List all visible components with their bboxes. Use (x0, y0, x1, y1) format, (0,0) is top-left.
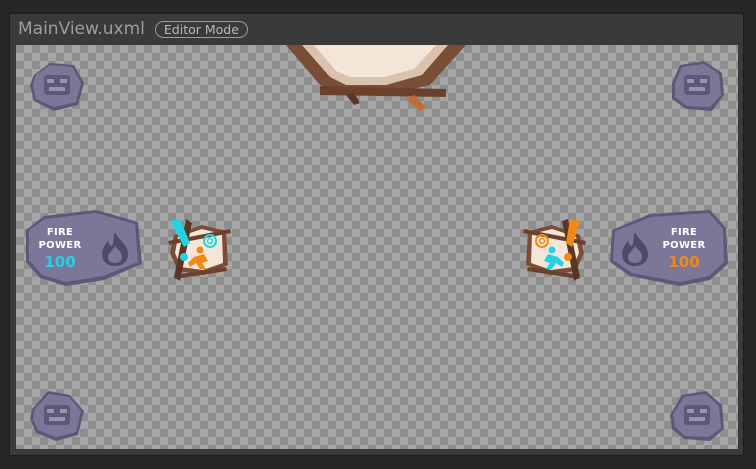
window-title: MainView.uxml (18, 19, 145, 39)
stone-face-icon (672, 61, 724, 111)
left-fire-power-value: 100 (44, 253, 76, 271)
flame-icon (622, 232, 648, 266)
editor-mode-badge: Editor Mode (154, 20, 248, 38)
left-fire-power-panel: FIRE POWER 100 (26, 210, 144, 286)
stone-face-icon (30, 391, 84, 441)
left-panel-label-line1: FIRE (46, 227, 74, 238)
top-left-menu-button[interactable] (26, 55, 88, 117)
right-panel-label-line1: FIRE (670, 227, 698, 238)
player-card-art (523, 219, 586, 281)
window-header: MainView.uxml Editor Mode (10, 14, 743, 44)
flame-icon (102, 232, 128, 266)
left-player-card[interactable] (164, 217, 234, 283)
bottom-left-menu-button[interactable] (26, 385, 88, 447)
right-panel-label-line2: POWER (662, 240, 706, 251)
right-fire-power-value: 100 (668, 253, 700, 271)
right-fire-power-panel: FIRE POWER 100 (610, 210, 728, 286)
left-panel-label-line2: POWER (38, 240, 82, 251)
right-player-card[interactable] (520, 217, 590, 283)
player-card-art (168, 219, 231, 281)
editor-window: MainView.uxml Editor Mode FIRE POWER 100… (9, 13, 744, 456)
stone-face-icon (30, 63, 84, 111)
preview-canvas: FIRE POWER 100 FIRE POWER 100 (16, 45, 738, 449)
top-right-menu-button[interactable] (666, 55, 728, 117)
stone-face-icon (670, 391, 724, 441)
bottom-right-menu-button[interactable] (666, 385, 728, 447)
top-sign-icon (286, 45, 466, 111)
